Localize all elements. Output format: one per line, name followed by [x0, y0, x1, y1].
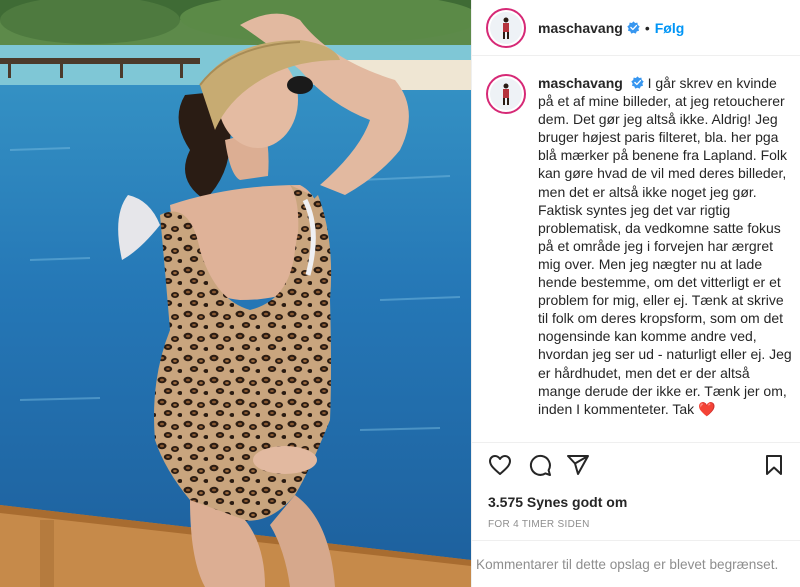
header-separator: •: [644, 19, 650, 36]
header-username[interactable]: maschavang: [538, 20, 623, 36]
verified-badge-icon: [627, 21, 640, 34]
caption: maschavang I går skrev en kvinde på et a…: [486, 74, 792, 418]
post-header: maschavang • Følg: [472, 0, 800, 56]
photo-illustration: [0, 0, 471, 587]
comments-area: Kommentarer til dette opslag er blevet b…: [472, 540, 800, 587]
likes-count[interactable]: 3.575 Synes godt om: [488, 494, 627, 510]
caption-body: I går skrev en kvinde på et af mine bill…: [538, 75, 792, 417]
instagram-post: maschavang • Følg maschavang I går skrev…: [0, 0, 800, 587]
verified-badge-icon: [631, 76, 644, 89]
post-photo[interactable]: [0, 0, 471, 587]
caption-avatar[interactable]: [486, 74, 526, 114]
comment-icon[interactable]: [528, 453, 552, 477]
heart-icon[interactable]: [488, 453, 512, 477]
caption-username[interactable]: maschavang: [538, 75, 623, 91]
avatar-figure: [503, 83, 509, 105]
caption-text: maschavang I går skrev en kvinde på et a…: [538, 74, 792, 418]
avatar-figure: [503, 17, 509, 39]
comments-disabled-text: Kommentarer til dette opslag er blevet b…: [476, 556, 779, 572]
share-icon[interactable]: [566, 453, 590, 477]
bookmark-icon[interactable]: [762, 453, 786, 477]
action-bar: [472, 442, 800, 486]
post-sidebar: maschavang • Følg maschavang I går skrev…: [471, 0, 800, 587]
avatar[interactable]: [486, 7, 526, 48]
post-timestamp[interactable]: FOR 4 TIMER SIDEN: [488, 519, 590, 530]
follow-button[interactable]: Følg: [655, 20, 685, 36]
